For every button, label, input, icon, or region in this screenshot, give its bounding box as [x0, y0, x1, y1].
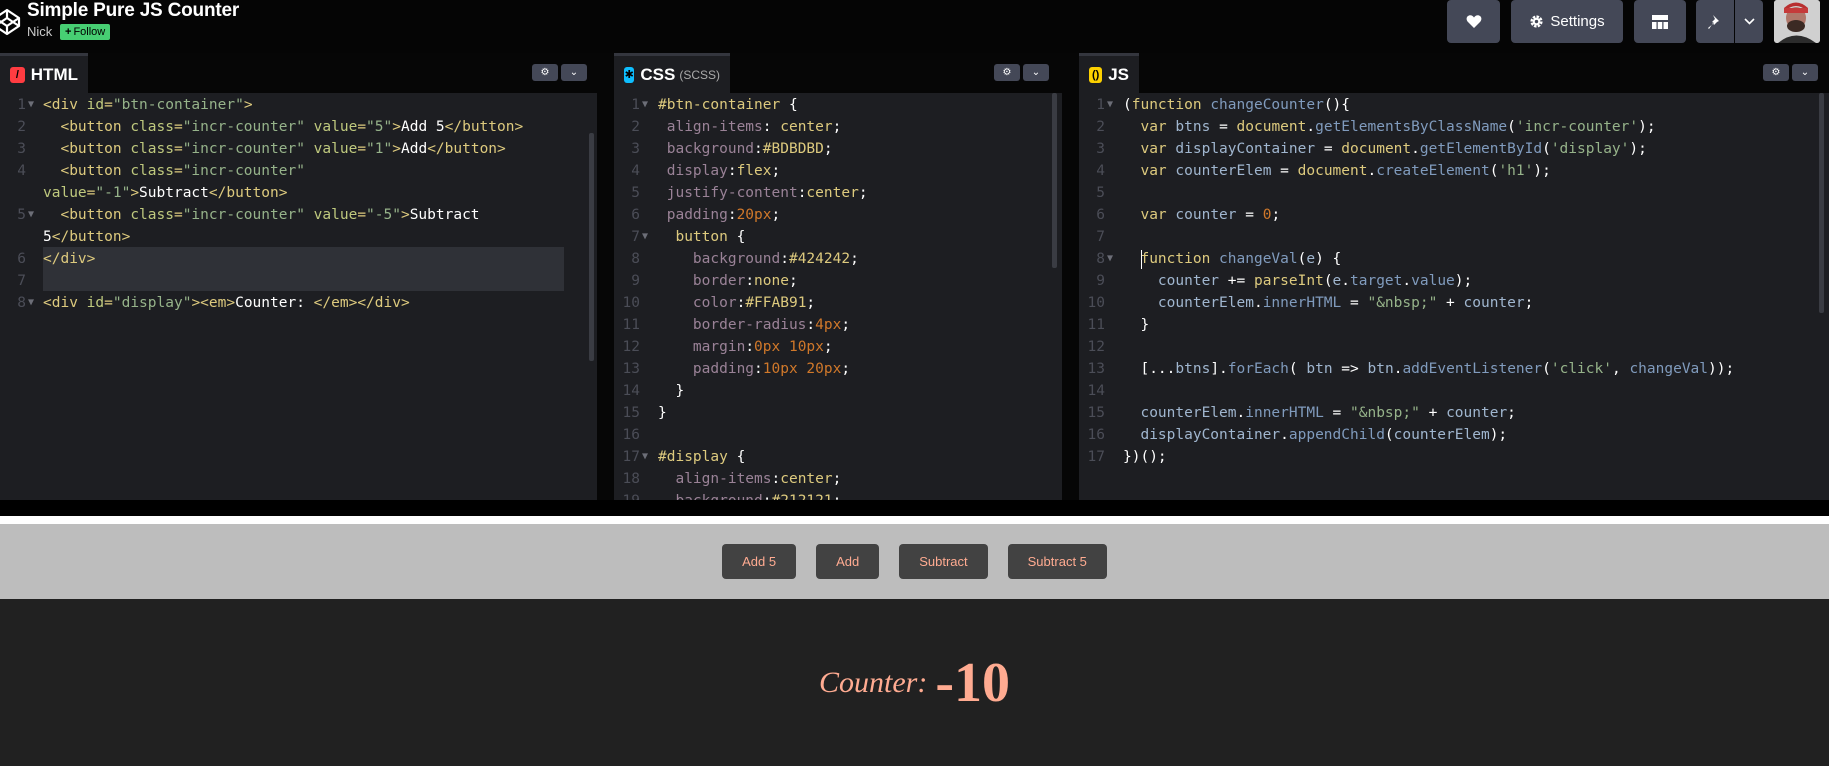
- preview-iframe: Add 5 Add Subtract Subtract 5 Counter: -…: [0, 524, 1829, 766]
- js-editor-panel: () JS ⚙ ⌄ 1 ▼ (function changeCounter(){ 2…: [1079, 53, 1829, 500]
- add-button[interactable]: Add: [816, 544, 880, 579]
- heart-icon: [1466, 15, 1481, 28]
- chevron-down-icon: ⌄: [1800, 67, 1810, 78]
- settings-button[interactable]: Settings: [1511, 0, 1623, 43]
- follow-button[interactable]: + Follow: [60, 24, 111, 40]
- tab-css-preprocessor: (SCSS): [679, 67, 720, 82]
- resize-handle[interactable]: [1062, 53, 1079, 500]
- js-collapse-button[interactable]: ⌄: [1792, 64, 1818, 81]
- js-tabbar: () JS ⚙ ⌄: [1079, 53, 1829, 93]
- tab-css-label: CSS: [640, 64, 676, 84]
- chevron-down-icon: [1743, 18, 1755, 25]
- preview-divider[interactable]: [0, 500, 1829, 516]
- chevron-down-icon: ⌄: [569, 67, 579, 78]
- follow-label: Follow: [73, 26, 106, 38]
- header: Simple Pure JS Counter Nick + Follow Sett…: [0, 0, 1829, 53]
- btn-container: Add 5 Add Subtract Subtract 5: [0, 524, 1829, 599]
- css-editor-panel: ✱ CSS (SCSS) ⚙ ⌄ 1 ▼ #btn-container { 2 al…: [614, 53, 1062, 500]
- js-tools: ⚙ ⌄: [1763, 64, 1818, 81]
- html-tabbar: / HTML ⚙ ⌄: [0, 53, 597, 93]
- css-collapse-button[interactable]: ⌄: [1023, 64, 1049, 81]
- plus-icon: +: [65, 26, 72, 38]
- pen-title: Simple Pure JS Counter: [27, 0, 240, 21]
- css-tools: ⚙ ⌄: [994, 64, 1049, 81]
- tab-html[interactable]: / HTML: [0, 53, 88, 93]
- avatar-image: [1774, 0, 1820, 43]
- codepen-logo-icon[interactable]: [0, 7, 22, 37]
- tab-html-label: HTML: [30, 64, 78, 84]
- css-code[interactable]: 1 ▼ #btn-container { 2 align-items: center…: [614, 93, 1062, 500]
- pin-dropdown-button[interactable]: [1735, 0, 1763, 43]
- pin-icon: [1708, 14, 1719, 29]
- settings-gear-icon: ⚙: [1771, 67, 1781, 78]
- pin-button[interactable]: [1696, 0, 1734, 43]
- counter-label: Counter:: [819, 665, 928, 699]
- subtract-button[interactable]: Subtract: [899, 544, 988, 579]
- subtract-5-button[interactable]: Subtract 5: [1007, 544, 1107, 579]
- html-tools: ⚙ ⌄: [532, 64, 587, 81]
- tab-js-label: JS: [1108, 64, 1129, 84]
- css-settings-button[interactable]: ⚙: [994, 64, 1020, 81]
- love-button[interactable]: [1447, 0, 1500, 43]
- html-code[interactable]: 1 ▼ <div id="btn-container"> 2 <button cla…: [0, 93, 597, 500]
- settings-gear-icon: ⚙: [540, 67, 550, 78]
- layout-grid-icon: [1652, 14, 1668, 29]
- tab-css[interactable]: ✱ CSS (SCSS): [614, 53, 730, 93]
- js-settings-button[interactable]: ⚙: [1763, 64, 1789, 81]
- preview-top-border: [0, 516, 1829, 524]
- chevron-down-icon: ⌄: [1031, 67, 1041, 78]
- counter-display: Counter: -10: [0, 599, 1829, 766]
- js-code[interactable]: 1 ▼ (function changeCounter(){ 2 var btns …: [1079, 93, 1829, 500]
- css-tabbar: ✱ CSS (SCSS) ⚙ ⌄: [614, 53, 1062, 93]
- css-icon: ✱: [624, 66, 635, 83]
- tab-js[interactable]: () JS: [1079, 53, 1139, 93]
- editors-area: / HTML ⚙ ⌄ 1 ▼ <div id="btn-container"> 2 …: [0, 53, 1829, 500]
- html-editor-panel: / HTML ⚙ ⌄ 1 ▼ <div id="btn-container"> 2 …: [0, 53, 597, 500]
- settings-label: Settings: [1550, 13, 1605, 30]
- user-avatar[interactable]: [1774, 0, 1820, 43]
- author-name[interactable]: Nick: [27, 24, 52, 39]
- js-icon: (): [1089, 66, 1103, 83]
- html-collapse-button[interactable]: ⌄: [561, 64, 587, 81]
- gear-icon: [1530, 15, 1543, 28]
- resize-handle[interactable]: [597, 53, 614, 500]
- html-icon: /: [10, 66, 25, 83]
- settings-gear-icon: ⚙: [1002, 67, 1012, 78]
- change-view-button[interactable]: [1634, 0, 1686, 43]
- add-5-button[interactable]: Add 5: [722, 544, 797, 579]
- counter-value: -10: [935, 651, 1010, 714]
- html-settings-button[interactable]: ⚙: [532, 64, 558, 81]
